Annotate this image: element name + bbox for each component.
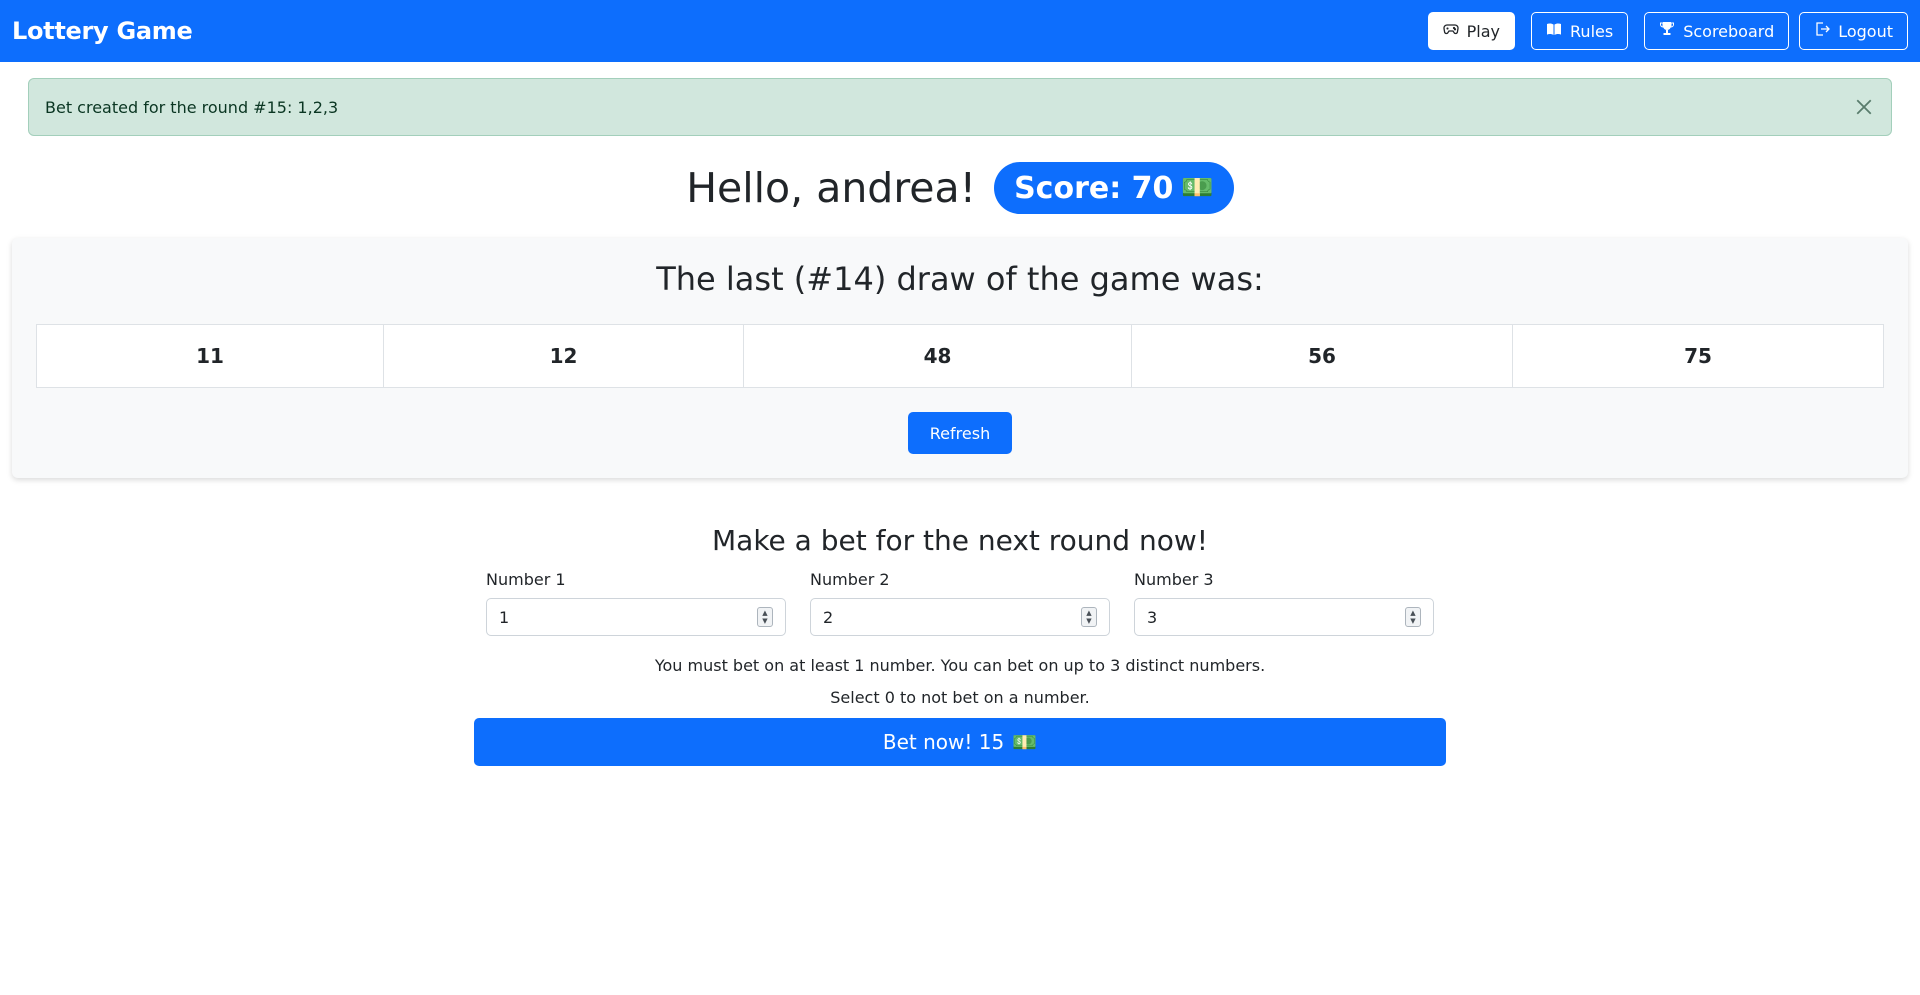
close-icon[interactable]	[1853, 96, 1875, 118]
draw-numbers-table: 11 12 48 56 75	[36, 324, 1884, 388]
play-button[interactable]: Play	[1427, 12, 1516, 50]
app-title[interactable]: Lottery Game	[12, 17, 193, 45]
draw-title: The last (#14) draw of the game was:	[656, 260, 1264, 298]
score-label: Score: 70	[1014, 170, 1174, 206]
stepper-icon[interactable]: ▲ ▼	[1405, 607, 1421, 627]
navbar: Lottery Game Play Rules Scoreboard Logou…	[0, 0, 1920, 62]
money-icon: 💵	[1012, 730, 1038, 754]
trophy-icon	[1659, 21, 1675, 41]
score-badge: Score: 70 💵	[994, 162, 1234, 214]
number-3-value: 3	[1147, 607, 1158, 627]
gamepad-icon	[1443, 21, 1459, 41]
draw-number: 12	[384, 325, 744, 387]
draw-number: 75	[1684, 344, 1712, 368]
number-3-input[interactable]: 3 ▲ ▼	[1134, 598, 1434, 636]
rules-label: Rules	[1570, 21, 1614, 41]
success-alert: Bet created for the round #15: 1,2,3	[28, 78, 1892, 136]
last-draw-card: The last (#14) draw of the game was: 11 …	[12, 238, 1908, 478]
logout-icon	[1814, 21, 1831, 41]
number-1-input[interactable]: 1 ▲ ▼	[486, 598, 786, 636]
number-2-input[interactable]: 2 ▲ ▼	[810, 598, 1110, 636]
scoreboard-label: Scoreboard	[1683, 21, 1775, 41]
stepper-icon[interactable]: ▲ ▼	[757, 607, 773, 627]
bet-title: Make a bet for the next round now!	[712, 524, 1208, 557]
scoreboard-button[interactable]: Scoreboard	[1644, 12, 1790, 50]
draw-number: 48	[744, 325, 1132, 387]
alert-message: Bet created for the round #15: 1,2,3	[45, 97, 339, 117]
number-2-group: Number 2 2 ▲ ▼	[810, 570, 1110, 636]
refresh-button[interactable]: Refresh	[908, 412, 1012, 454]
number-1-value: 1	[499, 607, 510, 627]
number-1-label: Number 1	[486, 570, 566, 589]
play-label: Play	[1466, 21, 1501, 41]
greeting-text: Hello, andrea!	[686, 164, 977, 212]
number-1-group: Number 1 1 ▲ ▼	[486, 570, 786, 636]
logout-label: Logout	[1838, 21, 1893, 41]
number-3-label: Number 3	[1134, 570, 1214, 589]
bet-now-label: Bet now! 15	[882, 730, 1005, 754]
stepper-icon[interactable]: ▲ ▼	[1081, 607, 1097, 627]
draw-number: 11	[37, 325, 384, 387]
number-3-group: Number 3 3 ▲ ▼	[1134, 570, 1434, 636]
bet-zero-hint: Select 0 to not bet on a number.	[830, 688, 1090, 707]
nav-buttons: Play Rules Scoreboard Logout	[1427, 12, 1908, 50]
book-icon	[1546, 21, 1562, 41]
rules-button[interactable]: Rules	[1531, 12, 1629, 50]
bet-help-text: You must bet on at least 1 number. You c…	[654, 656, 1266, 675]
greeting-row: Hello, andrea! Score: 70 💵	[0, 160, 1920, 216]
logout-button[interactable]: Logout	[1799, 12, 1908, 50]
number-2-label: Number 2	[810, 570, 890, 589]
bet-now-button[interactable]: Bet now! 15 💵	[474, 718, 1446, 766]
draw-number: 56	[1132, 325, 1513, 387]
number-2-value: 2	[823, 607, 834, 627]
money-icon: 💵	[1181, 173, 1214, 203]
